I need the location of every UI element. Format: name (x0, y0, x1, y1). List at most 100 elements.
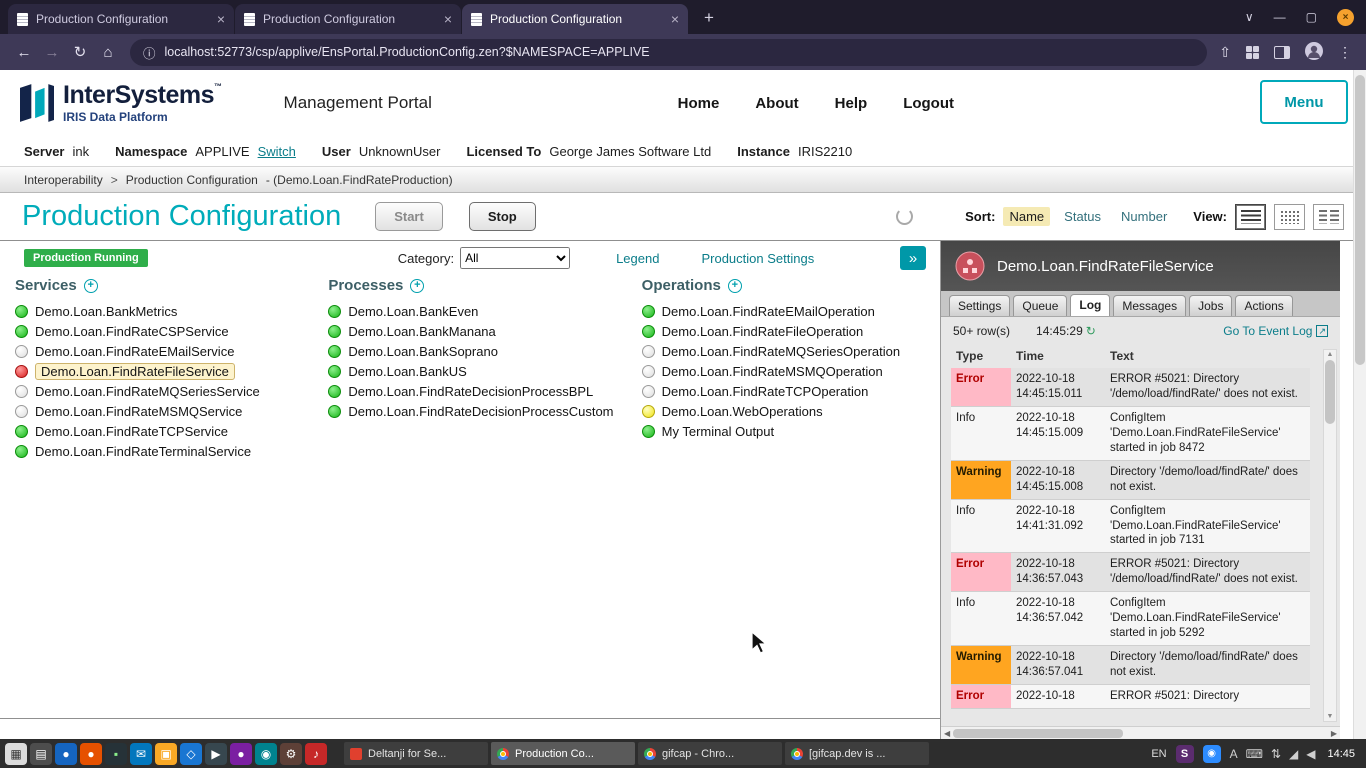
config-item[interactable]: Demo.Loan.FindRateTCPService (15, 421, 313, 441)
share-icon[interactable]: ⇧ (1219, 44, 1231, 61)
add-operation-icon[interactable]: + (728, 279, 742, 293)
config-item[interactable]: Demo.Loan.BankMetrics (15, 301, 313, 321)
add-process-icon[interactable]: + (410, 279, 424, 293)
config-item[interactable]: Demo.Loan.BankEven (328, 301, 626, 321)
tab-close-icon[interactable]: × (217, 12, 225, 26)
language-indicator[interactable]: EN (1151, 748, 1166, 760)
terminal-icon[interactable]: ▪ (105, 743, 127, 765)
new-tab-button[interactable]: + (696, 5, 722, 31)
minimize-button[interactable]: — (1274, 10, 1286, 24)
page-scrollbar[interactable] (1353, 70, 1366, 739)
legend-link[interactable]: Legend (616, 251, 659, 266)
config-item[interactable]: Demo.Loan.FindRateEMailService (15, 341, 313, 361)
sort-option[interactable]: Status (1058, 207, 1107, 226)
config-item[interactable]: Demo.Loan.BankManana (328, 321, 626, 341)
home-icon[interactable]: ⌂ (94, 44, 122, 61)
volume-icon[interactable]: ◀ (1306, 747, 1315, 761)
file-manager-icon[interactable]: ▤ (30, 743, 52, 765)
config-item[interactable]: Demo.Loan.FindRateEMailOperation (642, 301, 940, 321)
start-button[interactable]: Start (375, 202, 443, 231)
config-item[interactable]: Demo.Loan.FindRateFileOperation (642, 321, 940, 341)
portal-nav-link[interactable]: About (755, 95, 798, 112)
taskbar-window-button[interactable]: Deltanji for Se... (344, 742, 488, 765)
portal-nav-link[interactable]: Help (835, 95, 868, 112)
scroll-up-icon[interactable]: ▲ (1327, 351, 1334, 358)
capture-icon[interactable]: ◉ (255, 743, 277, 765)
input-method-icon[interactable]: A (1230, 747, 1238, 761)
detail-vertical-scrollbar[interactable]: ▲ ▼ (1323, 349, 1337, 722)
config-item[interactable]: Demo.Loan.BankUS (328, 361, 626, 381)
config-item[interactable]: Demo.Loan.FindRateMSMQService (15, 401, 313, 421)
config-item[interactable]: Demo.Loan.FindRateMSMQOperation (642, 361, 940, 381)
breadcrumb-link-production-configuration[interactable]: Production Configuration (126, 173, 258, 187)
scroll-left-icon[interactable]: ◀ (944, 729, 950, 738)
tab-search-chevron-icon[interactable]: ∨ (1245, 10, 1254, 24)
taskbar-window-button[interactable]: Production Co... (491, 742, 635, 765)
url-bar[interactable]: ⓘ localhost:52773/csp/applive/EnsPortal.… (130, 39, 1207, 66)
detail-tab[interactable]: Settings (949, 295, 1010, 316)
tab-close-icon[interactable]: × (671, 12, 679, 26)
view-split-button[interactable] (1313, 204, 1344, 230)
browser-menu-icon[interactable]: ⋮ (1338, 44, 1352, 61)
maximize-button[interactable]: ▢ (1306, 10, 1317, 24)
video-call-icon[interactable]: ◉ (1203, 745, 1221, 763)
vertical-scroll-thumb[interactable] (1325, 360, 1335, 424)
browser-icon[interactable]: ● (55, 743, 77, 765)
scroll-down-icon[interactable]: ▼ (1327, 713, 1334, 720)
config-item[interactable]: Demo.Loan.BankSoprano (328, 341, 626, 361)
close-button[interactable] (1337, 9, 1354, 26)
slack-icon[interactable]: S (1176, 745, 1194, 763)
chat-icon[interactable]: ● (230, 743, 252, 765)
taskbar-window-button[interactable]: [gifcap.dev is ... (785, 742, 929, 765)
scroll-right-icon[interactable]: ▶ (1331, 729, 1337, 738)
firefox-icon[interactable]: ● (80, 743, 102, 765)
browser-tab[interactable]: Production Configuration × (8, 4, 234, 34)
taskbar-clock[interactable]: 14:45 (1327, 748, 1355, 760)
config-item[interactable]: Demo.Loan.FindRateMQSeriesService (15, 381, 313, 401)
music-icon[interactable]: ♪ (305, 743, 327, 765)
production-settings-link[interactable]: Production Settings (701, 251, 814, 266)
network-icon[interactable]: ◢ (1289, 747, 1298, 761)
reload-icon[interactable]: ↻ (66, 43, 94, 61)
auto-refresh-icon[interactable]: ↻ (1086, 324, 1096, 338)
portal-nav-link[interactable]: Home (678, 95, 720, 112)
breadcrumb-link-interoperability[interactable]: Interoperability (24, 173, 103, 187)
go-to-event-log-link[interactable]: Go To Event Log ↗ (1223, 324, 1328, 338)
media-icon[interactable]: ▶ (205, 743, 227, 765)
detail-tab[interactable]: Queue (1013, 295, 1067, 316)
detail-tab[interactable]: Jobs (1189, 295, 1232, 316)
config-item[interactable]: Demo.Loan.FindRateCSPService (15, 321, 313, 341)
keyboard-icon[interactable]: ⌨ (1246, 747, 1263, 761)
tab-close-icon[interactable]: × (444, 12, 452, 26)
extensions-icon[interactable] (1246, 46, 1259, 59)
app-menu-icon[interactable]: ▦ (5, 743, 27, 765)
config-item[interactable]: Demo.Loan.FindRateMQSeriesOperation (642, 341, 940, 361)
detail-horizontal-scrollbar[interactable]: ◀ ▶ (941, 726, 1340, 740)
stop-button[interactable]: Stop (469, 202, 536, 231)
view-list-button[interactable] (1235, 204, 1266, 230)
page-scroll-thumb[interactable] (1355, 75, 1365, 365)
detail-tab[interactable]: Actions (1235, 295, 1292, 316)
browser-tab[interactable]: Production Configuration × (235, 4, 461, 34)
sort-option[interactable]: Number (1115, 207, 1173, 226)
category-select[interactable]: All (460, 247, 570, 269)
add-service-icon[interactable]: + (84, 279, 98, 293)
sort-option[interactable]: Name (1003, 207, 1050, 226)
code-icon[interactable]: ◇ (180, 743, 202, 765)
switch-namespace-link[interactable]: Switch (258, 144, 296, 159)
taskbar-window-button[interactable]: gifcap - Chro... (638, 742, 782, 765)
config-item[interactable]: Demo.Loan.FindRateDecisionProcessBPL (328, 381, 626, 401)
config-item[interactable]: Demo.Loan.FindRateTCPOperation (642, 381, 940, 401)
mail-icon[interactable]: ✉ (130, 743, 152, 765)
profile-avatar[interactable] (1305, 42, 1323, 63)
config-item[interactable]: My Terminal Output (642, 421, 940, 441)
updates-icon[interactable]: ⇅ (1271, 747, 1281, 761)
settings-icon[interactable]: ⚙ (280, 743, 302, 765)
back-icon[interactable]: ← (10, 44, 38, 61)
refresh-spinner-icon[interactable] (896, 208, 913, 225)
side-panel-icon[interactable] (1274, 46, 1290, 59)
portal-nav-link[interactable]: Logout (903, 95, 954, 112)
config-item[interactable]: Demo.Loan.FindRateDecisionProcessCustom (328, 401, 626, 421)
config-item[interactable]: Demo.Loan.FindRateFileService (15, 361, 313, 381)
menu-button[interactable]: Menu (1260, 80, 1348, 124)
